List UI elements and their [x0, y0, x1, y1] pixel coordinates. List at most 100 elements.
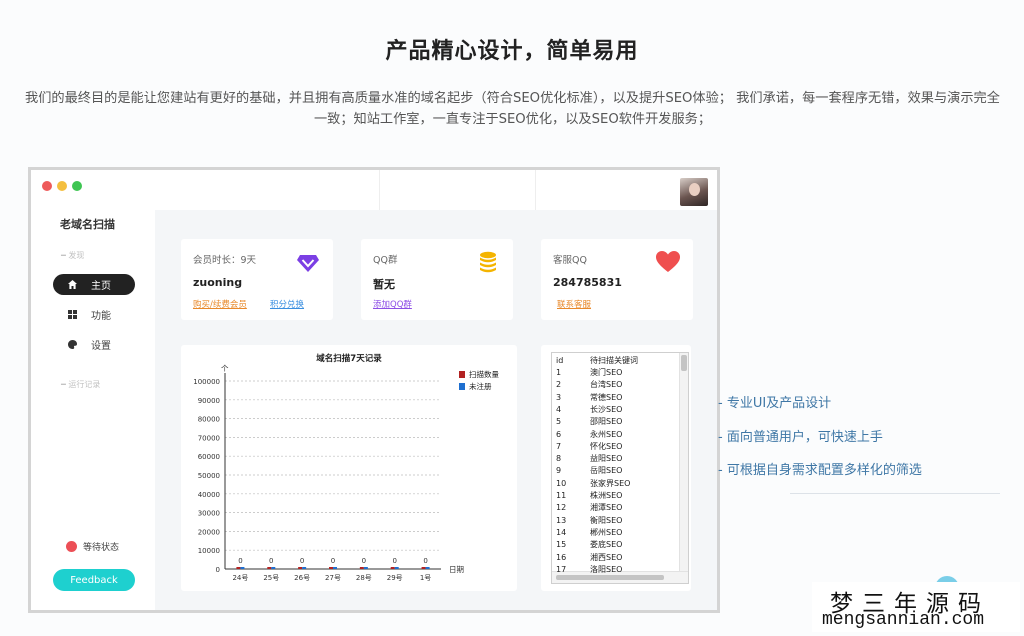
maximize-dot[interactable] [72, 181, 82, 191]
keyword-row[interactable]: 16 湘西SEO [552, 552, 680, 564]
membership-username: zuoning [193, 276, 243, 289]
chart-bar [298, 567, 303, 569]
keyword-row[interactable]: 6 永州SEO [552, 429, 680, 441]
keyword-row[interactable]: 5 邵阳SEO [552, 416, 680, 428]
buy-membership-link[interactable]: 购买/续费会员 [193, 298, 247, 310]
keyword-row[interactable]: 11 株洲SEO [552, 490, 680, 502]
keyword-text: 湘潭SEO [590, 503, 623, 513]
points-exchange-link[interactable]: 积分兑换 [270, 298, 304, 310]
sidebar: 老域名扫描 ━ 发现 主页 功能 设置 ━ 运行记录 等待状态 Feedback [31, 170, 155, 610]
watermark: 梦三年源码 mengsannian.com [812, 582, 1020, 632]
chart-bar [390, 567, 395, 569]
add-qq-group-link[interactable]: 添加QQ群 [373, 298, 412, 310]
heart-icon [656, 251, 680, 272]
keyword-list-header: id 待扫描关键词 [552, 355, 680, 367]
y-tick-label: 10000 [198, 547, 220, 555]
keyword-id: 2 [556, 380, 562, 390]
keyword-row[interactable]: 4 长沙SEO [552, 404, 680, 416]
data-label: 0 [423, 557, 427, 565]
chart-bar [363, 567, 368, 569]
data-label: 0 [269, 557, 273, 565]
x-tick-label: 28号 [356, 574, 372, 582]
x-tick-label: 27号 [325, 574, 341, 582]
data-label: 0 [300, 557, 304, 565]
nav-item-features[interactable]: 功能 [53, 304, 135, 325]
keyword-id: 8 [556, 454, 562, 464]
membership-card: 会员时长：9天 zuoning 购买/续费会员 积分兑换 [181, 239, 333, 320]
support-qq-number: 284785831 [553, 276, 622, 289]
keyword-row[interactable]: 12 湘潭SEO [552, 502, 680, 514]
qq-group-title: QQ群 [373, 255, 398, 266]
keyword-text: 湘西SEO [590, 552, 623, 562]
nav-label: 设置 [91, 341, 111, 352]
keyword-row[interactable]: 17 洛阳SEO [552, 564, 680, 576]
keyword-id: 15 [556, 540, 567, 550]
keyword-id: 7 [556, 441, 562, 451]
y-axis-label: 个 [221, 364, 229, 373]
y-tick-label: 80000 [198, 416, 220, 424]
scan-chart: 域名扫描7天记录 0 10000 20000 30000 40000 50000 60000 7… [193, 353, 499, 582]
keyword-text: 澳门SEO [590, 368, 623, 377]
keyword-row[interactable]: 3 常德SEO [552, 392, 680, 404]
keyword-id: 10 [556, 478, 567, 488]
keyword-text: 邵阳SEO [590, 417, 623, 427]
data-label: 0 [331, 557, 335, 565]
keyword-row[interactable]: 7 怀化SEO [552, 441, 680, 453]
scroll-thumb[interactable] [681, 355, 687, 371]
keyword-row[interactable]: 8 益阳SEO [552, 453, 680, 465]
keyword-text: 台湾SEO [590, 380, 623, 390]
keyword-text: 岳阳SEO [590, 466, 623, 476]
top-bar [155, 170, 717, 210]
legend-swatch [459, 371, 465, 378]
keyword-listbox[interactable]: id 待扫描关键词 1 澳门SEO 2 台湾SEO 3 常德SEO 4 长沙SEO 5 邵阳SEO… [551, 352, 689, 584]
scan-chart-card: 域名扫描7天记录 0 10000 20000 30000 40000 50000 60000 7… [181, 345, 517, 591]
vertical-scrollbar[interactable] [679, 353, 688, 571]
keyword-row[interactable]: 9 岳阳SEO [552, 465, 680, 477]
keyword-text: 娄底SEO [590, 540, 623, 550]
y-tick-label: 40000 [198, 491, 220, 499]
keyword-id: 13 [556, 515, 567, 525]
keyword-row[interactable]: 1 澳门SEO [552, 367, 680, 379]
keyword-row[interactable]: 13 衡阳SEO [552, 515, 680, 527]
keyword-row[interactable]: 15 娄底SEO [552, 539, 680, 551]
keyword-id: 1 [556, 368, 562, 377]
keyword-text: 株洲SEO [590, 491, 623, 500]
nav-item-home[interactable]: 主页 [53, 274, 135, 295]
main-content: 会员时长：9天 zuoning 购买/续费会员 积分兑换 QQ群 暂无 添加QQ… [155, 170, 717, 610]
column-header-keyword: 待扫描关键词 [590, 356, 638, 365]
keyword-text: 衡阳SEO [590, 515, 623, 525]
window-controls [42, 181, 82, 191]
x-tick-label: 24号 [232, 574, 248, 582]
run-log-label: ━ 运行记录 [61, 380, 101, 389]
close-dot[interactable] [42, 181, 52, 191]
nav-label: 主页 [91, 281, 111, 292]
x-tick-label: 29号 [387, 574, 403, 582]
chart-bar [271, 567, 276, 569]
keyword-row[interactable]: 10 张家界SEO [552, 478, 680, 490]
watermark-url: mengsannian.com [822, 610, 985, 630]
column-header-id: id [556, 356, 564, 365]
minimize-dot[interactable] [57, 181, 67, 191]
contact-support-link[interactable]: 联系客服 [557, 298, 591, 310]
feedback-button[interactable]: Feedback [53, 569, 135, 591]
keyword-text: 怀化SEO [590, 441, 623, 451]
feature-item: - 面向普通用户，可快速上手 [718, 430, 883, 445]
keyword-list-card: id 待扫描关键词 1 澳门SEO 2 台湾SEO 3 常德SEO 4 长沙SEO 5 邵阳SEO… [541, 345, 691, 591]
chart-bar [333, 567, 337, 569]
chart-title: 域名扫描7天记录 [316, 353, 382, 364]
nav-item-settings[interactable]: 设置 [53, 334, 135, 355]
keyword-text: 长沙SEO [590, 404, 623, 414]
avatar[interactable] [680, 178, 708, 206]
keyword-id: 11 [556, 491, 567, 500]
chart-bar [394, 567, 399, 569]
keyword-id: 5 [556, 417, 562, 427]
x-tick-label: 25号 [263, 574, 279, 582]
status-dot [66, 541, 77, 552]
keyword-row[interactable]: 2 台湾SEO [552, 379, 680, 391]
chart-bar [425, 567, 430, 569]
keyword-row[interactable]: 14 郴州SEO [552, 527, 680, 539]
y-tick-label: 0 [216, 566, 220, 574]
status-label: 等待状态 [83, 543, 120, 553]
chart-bar [236, 567, 241, 569]
nav-group-label: ━ 发现 [61, 251, 85, 260]
